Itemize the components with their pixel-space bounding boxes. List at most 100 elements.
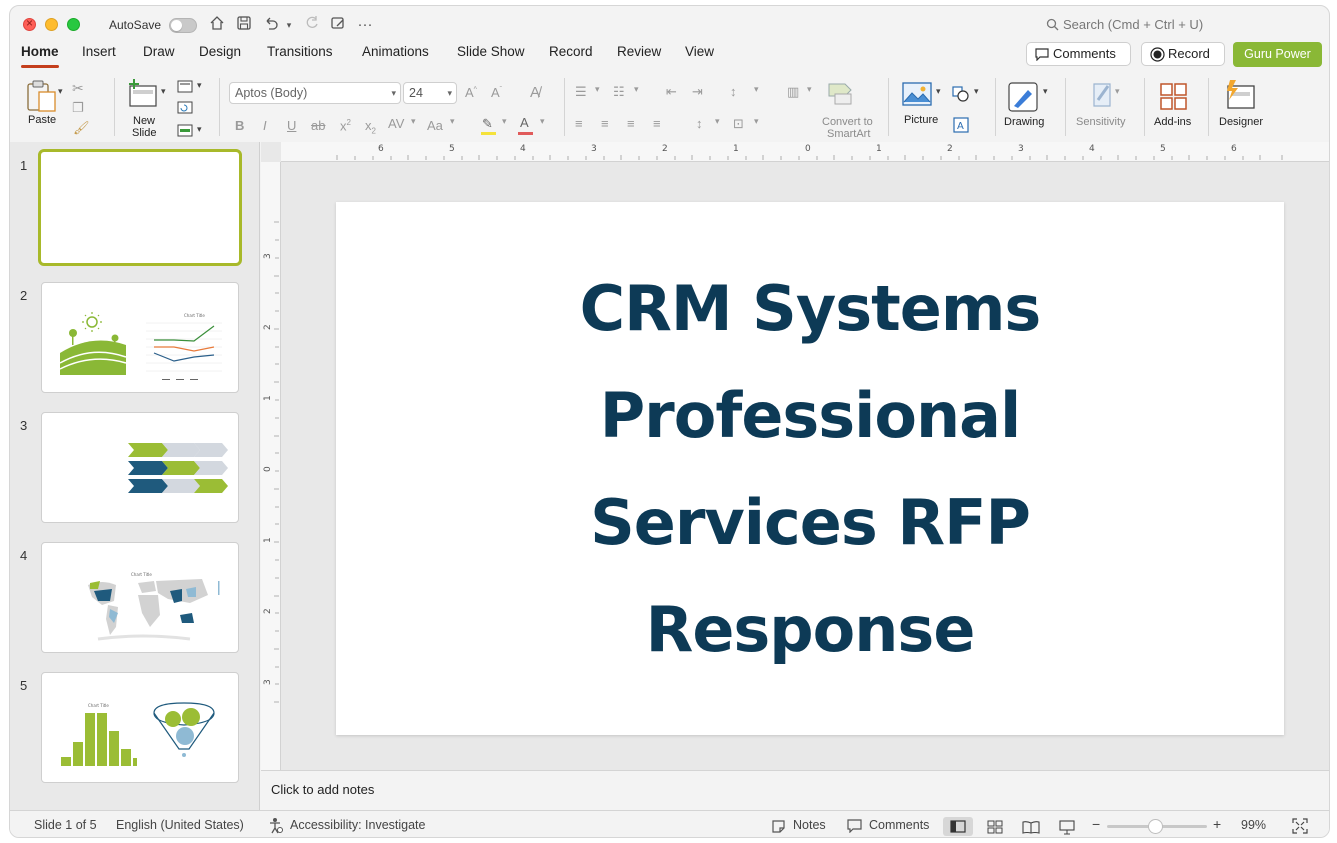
slide-thumbnail-5[interactable]: Chart Title [41, 672, 239, 783]
fit-to-window-icon[interactable] [1292, 818, 1308, 834]
shapes-dropdown-icon[interactable]: ▾ [974, 86, 979, 97]
home-icon[interactable] [207, 15, 227, 35]
format-painter-icon[interactable]: 🖌 [73, 120, 90, 136]
reset-icon[interactable] [177, 101, 193, 114]
zoom-in-button[interactable]: + [1213, 816, 1221, 832]
slide-thumbnail-3[interactable] [41, 412, 239, 523]
chevron-down-icon[interactable]: ▾ [754, 116, 759, 127]
chevron-down-icon[interactable]: ▾ [754, 84, 759, 95]
undo-dropdown-icon[interactable]: ▾ [283, 15, 295, 35]
more-icon[interactable]: ··· [355, 15, 375, 35]
slide-thumbnail-1[interactable] [38, 149, 242, 266]
strikethrough-icon[interactable]: ab [311, 118, 325, 133]
subscript-icon[interactable]: x2 [365, 118, 376, 136]
slide-thumbnail-2[interactable]: Chart Title [41, 282, 239, 393]
zoom-out-button[interactable]: − [1092, 816, 1100, 832]
tab-review[interactable]: Review [617, 44, 661, 60]
slide-thumbnail-panel[interactable]: 1 2 Chart Title 3 4 Chart Title 5 Chart … [10, 142, 260, 810]
clear-formatting-icon[interactable]: A̸ [530, 84, 540, 101]
tab-view[interactable]: View [685, 44, 714, 60]
smartart-icon[interactable] [827, 82, 855, 106]
customize-icon[interactable] [328, 15, 348, 35]
superscript-icon[interactable]: x2 [340, 118, 351, 133]
tab-insert[interactable]: Insert [82, 44, 116, 60]
accessibility-icon[interactable] [268, 817, 284, 834]
comments-button[interactable]: Comments [1026, 42, 1131, 66]
slide-title-text[interactable]: CRM Systems Professional Services RFP Re… [336, 202, 1284, 735]
chevron-down-icon[interactable]: ▾ [540, 116, 545, 127]
decrease-indent-icon[interactable]: ⇤ [666, 84, 677, 100]
notes-placeholder[interactable]: Click to add notes [271, 782, 374, 797]
slide-sorter-button[interactable] [980, 817, 1010, 836]
bold-icon[interactable]: B [235, 118, 244, 133]
decrease-font-size-icon[interactable]: Aˇ [491, 85, 502, 100]
increase-indent-icon[interactable]: ⇥ [692, 84, 703, 100]
record-button[interactable]: Record [1141, 42, 1225, 66]
designer-button[interactable]: Designer [1216, 78, 1268, 130]
align-text-icon[interactable]: ⊡ [733, 116, 744, 132]
justify-icon[interactable]: ≡ [653, 116, 661, 131]
bullets-icon[interactable]: ☰ [575, 84, 587, 100]
tab-transitions[interactable]: Transitions [267, 44, 333, 60]
chevron-down-icon[interactable]: ▾ [807, 84, 812, 95]
tab-slide-show[interactable]: Slide Show [457, 44, 525, 60]
tab-animations[interactable]: Animations [362, 44, 429, 60]
add-ins-button[interactable]: Add-ins [1153, 78, 1199, 130]
chevron-down-icon[interactable]: ▾ [634, 84, 639, 95]
comments-icon[interactable] [847, 819, 862, 833]
accessibility-status[interactable]: Accessibility: Investigate [290, 818, 425, 832]
guru-power-button[interactable]: Guru Power [1233, 42, 1322, 67]
highlight-icon[interactable]: ✎ [482, 116, 493, 132]
search-box[interactable]: Search (Cmd + Ctrl + U) [1046, 17, 1203, 32]
italic-icon[interactable]: I [263, 118, 267, 133]
tab-record[interactable]: Record [549, 44, 593, 60]
text-direction-icon[interactable]: ↕ [696, 116, 703, 131]
line-spacing-icon[interactable]: ↕ [730, 84, 737, 99]
notes-pane[interactable]: Click to add notes [261, 770, 1329, 810]
align-right-icon[interactable]: ≡ [627, 116, 635, 131]
maximize-window-button[interactable] [67, 18, 80, 31]
close-window-button[interactable] [23, 16, 36, 31]
layout-icon[interactable] [177, 80, 193, 93]
tab-design[interactable]: Design [199, 44, 241, 60]
language-indicator[interactable]: English (United States) [116, 818, 244, 832]
change-case-icon[interactable]: Aa [427, 118, 443, 133]
chevron-down-icon[interactable]: ▾ [502, 116, 507, 127]
notes-toggle-label[interactable]: Notes [793, 818, 826, 832]
undo-icon[interactable] [261, 15, 281, 35]
character-spacing-icon[interactable]: AV [388, 116, 404, 131]
layout-dropdown-icon[interactable]: ▾ [197, 80, 202, 91]
tab-home[interactable]: Home [21, 44, 59, 68]
autosave-toggle[interactable] [169, 18, 197, 33]
underline-icon[interactable]: U [287, 118, 296, 133]
slideshow-view-button[interactable] [1052, 817, 1082, 836]
section-icon[interactable] [177, 124, 193, 137]
new-slide-dropdown-icon[interactable]: ▾ [161, 86, 166, 97]
reading-view-button[interactable] [1015, 817, 1045, 836]
text-box-icon[interactable]: A [953, 117, 969, 133]
picture-dropdown-icon[interactable]: ▾ [936, 86, 941, 97]
normal-view-button[interactable] [943, 817, 973, 836]
zoom-slider-handle[interactable] [1148, 819, 1163, 834]
section-dropdown-icon[interactable]: ▾ [197, 124, 202, 135]
save-icon[interactable] [234, 15, 254, 35]
zoom-level[interactable]: 99% [1241, 818, 1266, 832]
shapes-icon[interactable] [952, 86, 970, 102]
align-left-icon[interactable]: ≡ [575, 116, 583, 131]
numbering-icon[interactable]: ☷ [613, 84, 625, 100]
tab-draw[interactable]: Draw [143, 44, 175, 60]
paste-dropdown-icon[interactable]: ▾ [58, 86, 63, 97]
current-slide-canvas[interactable]: CRM Systems Professional Services RFP Re… [336, 202, 1284, 735]
font-size-select[interactable]: 24 ▾ [403, 82, 457, 104]
columns-icon[interactable]: ▥ [787, 84, 799, 100]
drawing-dropdown-icon[interactable]: ▾ [1043, 86, 1048, 97]
increase-font-size-icon[interactable]: A^ [465, 85, 477, 100]
chevron-down-icon[interactable]: ▾ [715, 116, 720, 127]
comments-toggle-label[interactable]: Comments [869, 818, 929, 832]
align-center-icon[interactable]: ≡ [601, 116, 609, 131]
font-color-icon[interactable]: A [520, 115, 529, 130]
chevron-down-icon[interactable]: ▾ [450, 116, 455, 127]
minimize-window-button[interactable] [45, 18, 58, 31]
font-name-select[interactable]: Aptos (Body) ▾ [229, 82, 401, 104]
chevron-down-icon[interactable]: ▾ [595, 84, 600, 95]
